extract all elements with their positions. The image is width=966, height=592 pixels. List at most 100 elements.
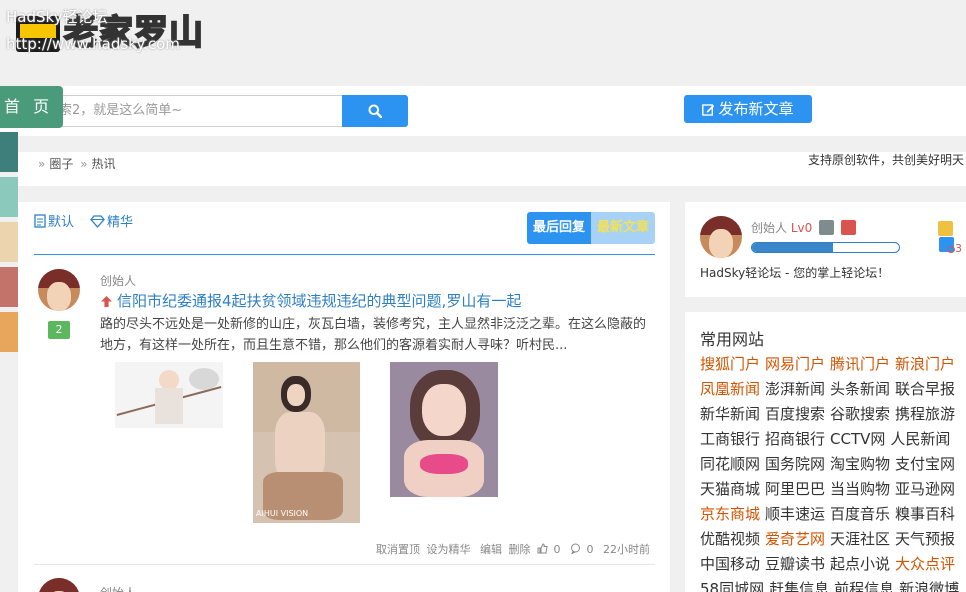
site-link[interactable]: 糗事百科 [895, 505, 955, 523]
set-essence-link[interactable]: 设为精华 [427, 543, 471, 556]
site-link[interactable]: 豆瓣读书 [765, 555, 825, 573]
site-link[interactable]: 谷歌搜索 [830, 405, 890, 423]
site-link[interactable]: 当当购物 [830, 480, 890, 498]
thumbs-up-icon[interactable] [537, 543, 548, 554]
user-avatar[interactable] [700, 216, 742, 258]
search-input[interactable]: 索2，就是这么简单~ [52, 95, 343, 127]
site-link[interactable]: 新浪门户 [895, 355, 955, 373]
site-header: 老家罗山 HadSky轻论坛 http://www.hadsky.com [0, 0, 966, 84]
site-link[interactable]: 支付宝网 [895, 455, 955, 473]
edit-link[interactable]: 编辑 [480, 543, 502, 556]
breadcrumb-trail: » 圈子 » 热讯 [38, 157, 116, 171]
post-excerpt: 路的尽头不远处是一处新修的山庄，灰瓦白墙，装修考究，主人显然非泛泛之辈。在这么隐… [100, 317, 647, 353]
site-link-row: 凤凰新闻 澎湃新闻 头条新闻 联合早报 [700, 378, 960, 400]
site-link-row: 中国移动 豆瓣读书 起点小说 大众点评 [700, 553, 960, 575]
post-author-avatar[interactable] [38, 578, 80, 592]
site-link[interactable]: 网易门户 [765, 355, 825, 373]
post-author-name[interactable]: 创始人 [100, 273, 136, 289]
publish-article-button[interactable]: 发布新文章 [684, 95, 812, 123]
site-link[interactable]: 大众点评 [895, 555, 955, 573]
chat-bubble-icon [947, 246, 955, 253]
user-level: Lv0 [790, 221, 813, 235]
site-link[interactable]: 国务院网 [765, 455, 825, 473]
site-link[interactable]: 同花顺网 [700, 455, 760, 473]
side-nav-item-4[interactable] [0, 267, 18, 307]
site-link[interactable]: 爱奇艺网 [765, 530, 825, 548]
site-link[interactable]: 起点小说 [830, 555, 890, 573]
site-link[interactable]: 人民新闻 [890, 430, 950, 448]
site-link-row: 同花顺网 国务院网 淘宝购物 支付宝网 [700, 453, 960, 475]
site-link[interactable]: 阿里巴巴 [765, 480, 825, 498]
post-title-text: 信阳市纪委通报4起扶贫领域违规违纪的典型问题,罗山有一起 [117, 292, 522, 310]
settings-gear-icon[interactable] [840, 220, 856, 235]
user-name-row: 创始人 Lv0 [751, 220, 856, 236]
site-link[interactable]: 百度音乐 [830, 505, 890, 523]
site-link[interactable]: 工商银行 [700, 430, 760, 448]
filter-essence-label: 精华 [107, 215, 134, 230]
post-thumbnail-3[interactable] [390, 362, 498, 497]
sort-toggle-group: 最后回复 最新文章 [527, 212, 655, 244]
message-count[interactable]: 3 [947, 242, 962, 256]
sort-latest-post-button[interactable]: 最新文章 [591, 212, 655, 244]
delete-link[interactable]: 删除 [509, 543, 531, 556]
site-link-row: 新华新闻 百度搜索 谷歌搜索 携程旅游 [700, 403, 960, 425]
site-link[interactable]: 腾讯门户 [830, 355, 890, 373]
site-link[interactable]: 凤凰新闻 [700, 380, 760, 398]
user-name[interactable]: 创始人 [751, 221, 787, 235]
breadcrumb-item-circle[interactable]: 圈子 [49, 157, 73, 171]
site-link[interactable]: 赶集信息 [769, 580, 829, 592]
site-link[interactable]: 天猫商城 [700, 480, 760, 498]
side-nav-item-5[interactable] [0, 312, 18, 352]
post-author-name[interactable]: 创始人 [100, 584, 136, 592]
site-link[interactable]: 新浪微博 [899, 580, 959, 592]
site-link[interactable]: 天气预报 [895, 530, 955, 548]
site-link[interactable]: 前程信息 [834, 580, 894, 592]
comment-icon[interactable] [570, 543, 581, 555]
side-nav-item-3[interactable] [0, 222, 18, 262]
comment-count: 0 [586, 543, 594, 556]
search-bar-row: 索2，就是这么简单~ 发布新文章 [0, 86, 966, 136]
message-count-value: 3 [955, 242, 962, 255]
home-nav-tab[interactable]: 首 页 [0, 86, 63, 128]
arrow-up-icon [101, 296, 112, 307]
site-link[interactable]: 京东商城 [700, 505, 760, 523]
filter-default[interactable]: 默认 [34, 214, 74, 232]
site-link[interactable]: 联合早报 [895, 380, 955, 398]
site-link[interactable]: 新华新闻 [700, 405, 760, 423]
search-button[interactable] [342, 95, 408, 127]
site-link[interactable]: 58同城网 [700, 580, 764, 592]
breadcrumb-item-hot[interactable]: 热讯 [92, 157, 116, 171]
site-link[interactable]: 顺丰速运 [765, 505, 825, 523]
site-link[interactable]: 头条新闻 [830, 380, 890, 398]
site-link[interactable]: 优酷视频 [700, 530, 760, 548]
side-nav-item-2[interactable] [0, 177, 18, 217]
post-thumbnail-2[interactable]: AIHUI VISION [253, 362, 360, 523]
site-link[interactable]: 亚马逊网 [895, 480, 955, 498]
filter-default-label: 默认 [48, 215, 75, 230]
sort-latest-reply-button[interactable]: 最后回复 [527, 212, 591, 244]
site-link-row: 工商银行 招商银行 CCTV网 人民新闻 [700, 428, 955, 450]
site-link[interactable]: 中国移动 [700, 555, 760, 573]
thumbnail-caption: AIHUI VISION [256, 509, 309, 518]
site-link[interactable]: CCTV网 [830, 430, 885, 448]
post-title-link[interactable]: 信阳市纪委通报4起扶贫领域违规违纪的典型问题,罗山有一起 [100, 291, 521, 311]
user-level-badge: 2 [48, 321, 70, 339]
edit-icon [702, 104, 715, 116]
post-thumbnail-1[interactable] [115, 362, 223, 428]
site-link[interactable]: 搜狐门户 [700, 355, 760, 373]
unpin-link[interactable]: 取消置顶 [376, 543, 420, 556]
mail-icon[interactable] [938, 221, 953, 236]
filter-essence[interactable]: 精华 [90, 214, 133, 232]
site-link[interactable]: 天涯社区 [830, 530, 890, 548]
post-author-avatar[interactable] [38, 269, 80, 311]
user-info-card: 创始人 Lv0 3 HadSky轻论坛 - 您的掌上轻论坛！ [685, 202, 966, 297]
site-link[interactable]: 携程旅游 [895, 405, 955, 423]
site-link[interactable]: 澎湃新闻 [765, 380, 825, 398]
site-link[interactable]: 招商银行 [765, 430, 825, 448]
site-link-row: 优酷视频 爱奇艺网 天涯社区 天气预报 [700, 528, 960, 550]
site-link[interactable]: 百度搜索 [765, 405, 825, 423]
site-link[interactable]: 淘宝购物 [830, 455, 890, 473]
site-link-row: 58同城网 赶集信息 前程信息 新浪微博 [700, 578, 964, 592]
side-nav-item-1[interactable] [0, 132, 18, 172]
post-divider [34, 564, 655, 565]
